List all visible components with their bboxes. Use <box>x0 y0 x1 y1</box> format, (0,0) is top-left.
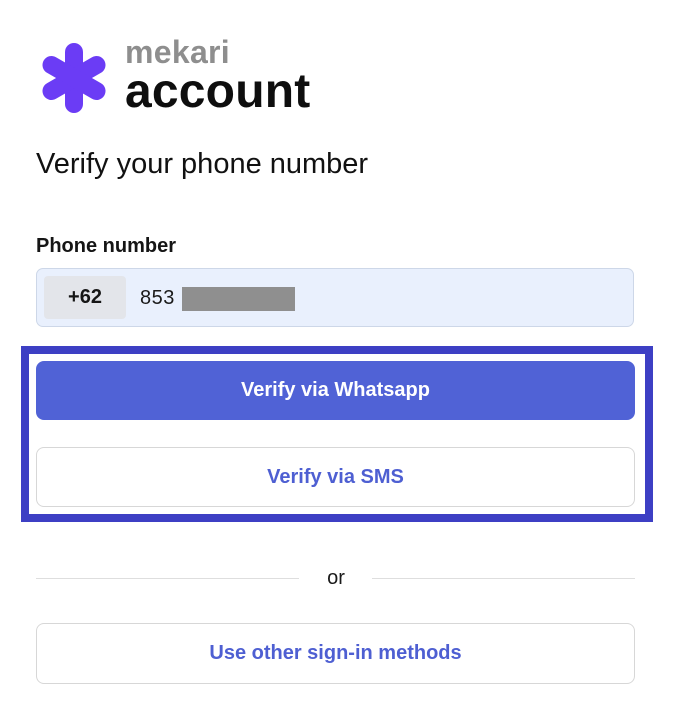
verify-sms-button[interactable]: Verify via SMS <box>36 447 635 507</box>
divider-line-right <box>372 578 635 579</box>
verify-whatsapp-button[interactable]: Verify via Whatsapp <box>36 361 635 420</box>
mekari-account-logo: mekari account <box>36 34 346 120</box>
other-sign-in-methods-button[interactable]: Use other sign-in methods <box>36 623 635 684</box>
phone-number-input[interactable]: 853 <box>140 286 175 310</box>
product-name: account <box>125 65 311 118</box>
divider-line-left <box>36 578 299 579</box>
phone-number-label: Phone number <box>36 235 177 257</box>
asterisk-logo-icon <box>42 43 106 113</box>
page-title: Verify your phone number <box>36 148 369 180</box>
redacted-phone-digits <box>182 287 295 311</box>
phone-number-field[interactable]: +62 853 <box>36 268 634 327</box>
verify-phone-page: mekari account Verify your phone number … <box>0 0 683 724</box>
divider-or-text: or <box>327 567 345 589</box>
country-code-selector[interactable]: +62 <box>44 276 126 319</box>
